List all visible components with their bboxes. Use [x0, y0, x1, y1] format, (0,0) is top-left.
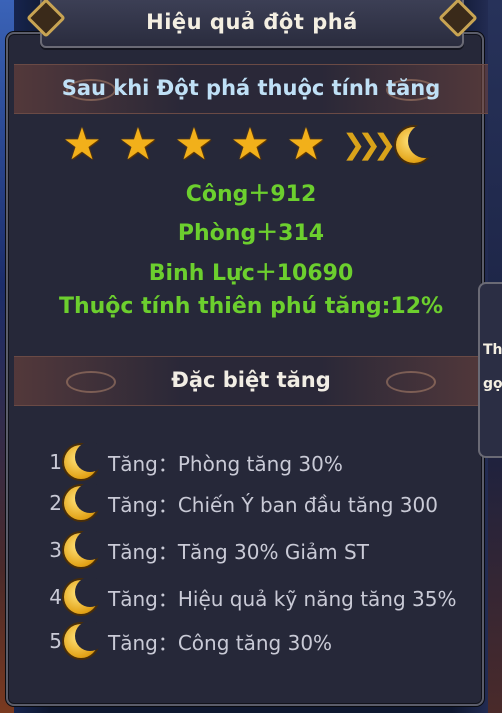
side-tab-label-1: Th: [483, 342, 502, 358]
list-item: 2 Tăng：Chiến Ý ban đầu tăng 300: [48, 483, 438, 523]
list-item: 1 Tăng：Phòng tăng 30%: [48, 442, 343, 482]
star-icon: ★: [230, 119, 270, 170]
item-text: Tăng：Công tăng 30%: [108, 630, 333, 655]
item-number: 4: [49, 585, 62, 609]
moon-icon: [64, 442, 105, 479]
stat-attack: Công＋912: [185, 182, 317, 207]
title-bar: Hiệu quả đột phá: [40, 0, 464, 48]
list-item: 5 Tăng：Công tăng 30%: [48, 621, 332, 661]
star-icon: ★: [174, 119, 214, 170]
item-number: 1: [49, 450, 62, 474]
moon-icon: [64, 621, 105, 658]
star-rating: ★ ★ ★ ★ ★ ❯❯❯: [62, 119, 442, 170]
side-tab-label-2: gọ: [483, 376, 502, 392]
item-number: 3: [49, 538, 62, 562]
after-breakthrough-heading: Sau khi Đột phá thuộc tính tăng: [61, 76, 441, 100]
moon-icon: [396, 124, 442, 163]
item-text: Tăng：Hiệu quả kỹ năng tăng 35%: [108, 586, 457, 611]
list-item: 4 Tăng：Hiệu quả kỹ năng tăng 35%: [48, 577, 456, 617]
stat-troops: Binh Lực＋10690: [148, 261, 354, 286]
item-text: Tăng：Chiến Ý ban đầu tăng 300: [108, 492, 438, 517]
item-number: 5: [49, 629, 62, 653]
moon-icon: [64, 577, 105, 614]
upgrade-arrow-icon: ❯❯❯: [342, 128, 396, 161]
moon-icon: [64, 530, 105, 567]
panel-title: Hiệu quả đột phá: [146, 10, 358, 34]
star-icon: ★: [118, 119, 158, 170]
list-item: 3 Tăng：Tăng 30% Giảm ST: [48, 530, 369, 570]
stat-defense: Phòng＋314: [177, 221, 325, 246]
special-bonus-heading: Đặc biệt tăng: [171, 368, 331, 392]
special-bonus-header: Đặc biệt tăng: [14, 356, 488, 406]
after-breakthrough-header: Sau khi Đột phá thuộc tính tăng: [14, 64, 488, 114]
item-text: Tăng：Tăng 30% Giảm ST: [108, 539, 369, 564]
item-number: 2: [49, 491, 62, 515]
moon-icon: [64, 483, 105, 520]
star-icon: ★: [286, 119, 326, 170]
item-text: Tăng：Phòng tăng 30%: [108, 451, 343, 476]
stat-talent: Thuộc tính thiên phú tăng:12%: [58, 294, 444, 319]
star-icon: ★: [62, 119, 102, 170]
side-tab[interactable]: Th gọ: [478, 282, 502, 458]
